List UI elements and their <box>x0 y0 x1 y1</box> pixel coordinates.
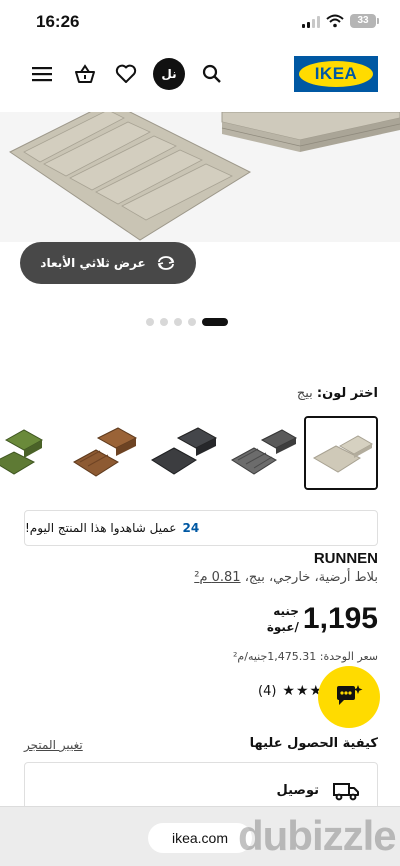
ikea-logo[interactable]: IKEA <box>294 56 378 92</box>
menu-icon[interactable] <box>30 62 54 86</box>
price-per-pack: /عبوة <box>266 619 299 634</box>
battery-indicator: 33 <box>350 14 379 28</box>
carousel-pagination <box>146 318 228 326</box>
viewers-text: عميل شاهدوا هذا المنتج اليوم! <box>25 521 177 535</box>
carousel-dot[interactable] <box>188 318 196 326</box>
carousel-dot[interactable] <box>174 318 182 326</box>
ai-assistant-button[interactable] <box>318 666 380 728</box>
dubizzle-watermark: dubizzle <box>238 812 397 859</box>
delivery-label: توصيل <box>276 783 319 798</box>
user-avatar-button[interactable]: نل <box>153 58 185 90</box>
unit-price: سعر الوحدة: 1,475.31جنيه/م² <box>233 650 378 663</box>
color-selected-value: بيج <box>296 386 313 401</box>
carousel-dot-active[interactable] <box>202 318 228 326</box>
description-size-link[interactable]: 0.81 م² <box>194 570 240 585</box>
product-tile-illustration <box>9 112 400 241</box>
swatch-grey[interactable] <box>226 416 300 490</box>
color-selector-label: اختر لون: بيج <box>297 386 378 401</box>
color-label-prefix: اختر لون: <box>316 386 378 401</box>
viewers-banner: 24 عميل شاهدوا هذا المنتج اليوم! <box>24 510 378 546</box>
carousel-dot[interactable] <box>160 318 168 326</box>
product-price: جنيه /عبوة 1,195 <box>267 604 378 635</box>
description-text: بلاط أرضية، خارجي، بيج، <box>240 570 378 585</box>
product-brand: RUNNEN <box>313 550 378 567</box>
clock: 16:26 <box>36 12 80 31</box>
rating-stars-icon: ★★★ <box>282 683 324 699</box>
swatch-brown[interactable] <box>70 416 144 490</box>
change-store-link[interactable]: تغيير المتجر <box>24 738 83 752</box>
truck-icon <box>333 783 359 801</box>
view-3d-button[interactable]: عرض ثلاثي الأبعاد <box>20 242 196 284</box>
product-rating[interactable]: (4) ★★★ <box>258 683 323 699</box>
basket-icon[interactable] <box>73 62 97 86</box>
rotate-3d-icon <box>157 256 175 270</box>
product-image[interactable] <box>0 112 400 242</box>
how-to-get-it-title: كيفية الحصول عليها <box>249 736 378 751</box>
price-amount: 1,195 <box>302 602 378 635</box>
viewers-count: 24 <box>182 521 200 535</box>
color-swatches <box>0 416 400 492</box>
logo-oval: IKEA <box>299 61 373 87</box>
signal-icon <box>302 16 320 28</box>
logo-text: IKEA <box>314 64 358 83</box>
search-icon[interactable] <box>200 62 224 86</box>
swatch-beige[interactable] <box>304 416 378 490</box>
product-description: بلاط أرضية، خارجي، بيج، 0.81 م² <box>194 570 378 585</box>
carousel-dot[interactable] <box>146 318 154 326</box>
swatch-dark-grey[interactable] <box>148 416 222 490</box>
price-unit: جنيه /عبوة <box>267 604 299 635</box>
swatch-green[interactable] <box>0 416 66 490</box>
heart-icon[interactable] <box>114 62 138 86</box>
rating-count: (4) <box>258 683 277 699</box>
site-header: نل IKEA <box>0 48 400 102</box>
chat-sparkle-icon <box>337 685 363 705</box>
wifi-icon <box>326 14 344 28</box>
url-field[interactable]: ikea.com <box>148 823 252 853</box>
status-bar: 16:26 33 <box>0 0 400 44</box>
price-currency: جنيه <box>273 604 299 618</box>
view-3d-label: عرض ثلاثي الأبعاد <box>40 256 146 270</box>
